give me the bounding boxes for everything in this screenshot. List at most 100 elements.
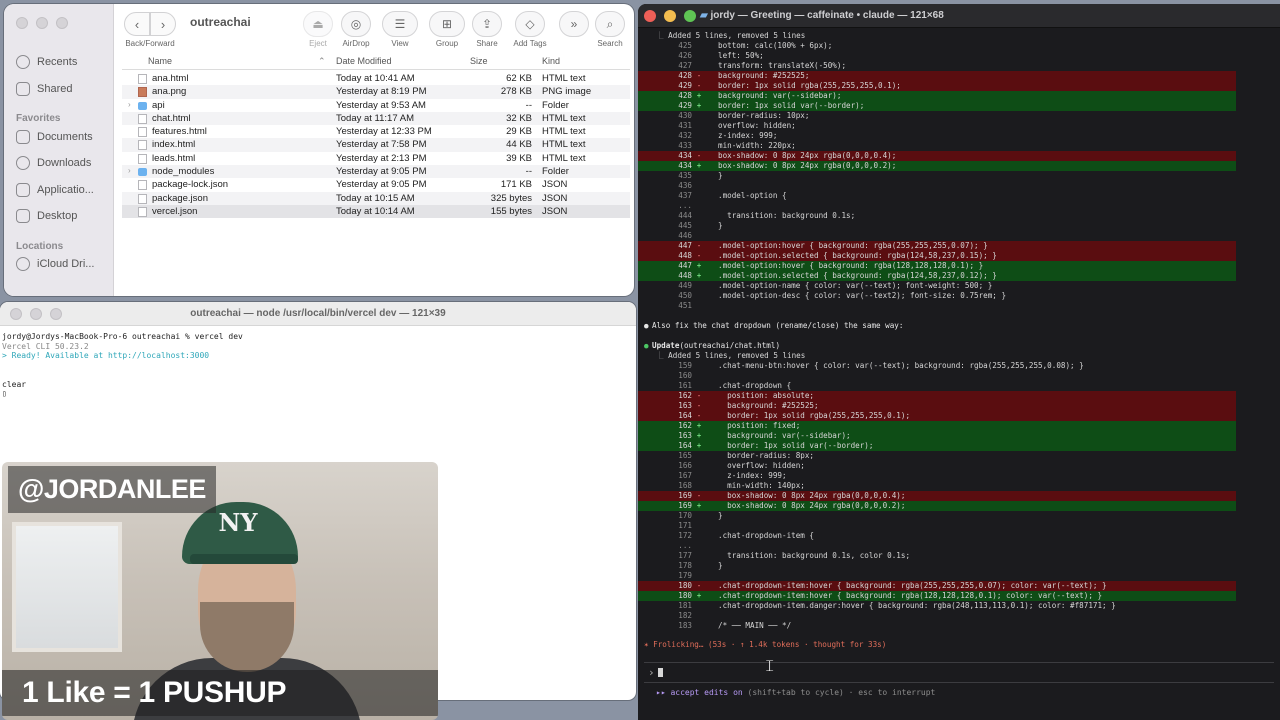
code-text: box-shadow: 0 8px 24px rgba(0,0,0,0.2); — [718, 501, 906, 510]
code-text: border: 1px solid var(--border); — [718, 101, 865, 110]
add-tags-button[interactable]: ◇ — [515, 11, 545, 37]
eject-button[interactable]: ⏏ — [303, 11, 333, 37]
code-text: min-width: 220px; — [718, 141, 796, 150]
sidebar-item-desktop[interactable]: Desktop — [16, 206, 77, 226]
diff-line-context: 181 .chat-dropdown-item.danger:hover { b… — [638, 601, 1280, 611]
line-number: 434 — [678, 151, 692, 160]
file-row[interactable]: › node_modules Yesterday at 9:05 PM -- Folde… — [122, 165, 630, 179]
diff-line-context: 444 transition: background 0.1s; — [638, 211, 1280, 221]
file-row[interactable]: package-lock.json Yesterday at 9:05 PM 171… — [122, 178, 630, 191]
column-size[interactable]: Size — [470, 56, 488, 66]
document-icon — [138, 140, 147, 151]
diff-line-context: 182 — [638, 611, 1280, 621]
search-button[interactable]: ⌕ — [595, 11, 625, 37]
line-number: 164 — [678, 411, 692, 420]
document-icon — [138, 206, 147, 217]
diff-lines: 425 bottom: calc(100% + 6px); 426 left: 5… — [638, 41, 1280, 311]
minimize-button[interactable] — [36, 17, 48, 29]
line-number: 169 — [678, 491, 692, 500]
status-text: ✶ Frolicking… (53s · ↑ 1.4k tokens · tho… — [644, 640, 887, 649]
minimize-button[interactable] — [664, 10, 676, 22]
diff-line-added: 429 + border: 1px solid var(--border); — [638, 101, 1236, 111]
file-row[interactable]: › api Yesterday at 9:53 AM -- Folder — [122, 99, 630, 112]
airdrop-button[interactable]: ◎ — [341, 11, 371, 37]
minus-icon: - — [696, 81, 702, 90]
line-number: 170 — [678, 511, 692, 520]
column-name[interactable]: Name — [148, 56, 172, 66]
diff-line-context: 168 min-width: 140px; — [638, 481, 1280, 491]
column-date[interactable]: Date Modified — [336, 56, 392, 66]
diff-line-removed: 180- .chat-dropdown-item:hover { backgrou… — [638, 581, 1236, 591]
sidebar-item-shared[interactable]: Shared — [16, 79, 72, 99]
plus-icon: + — [696, 431, 702, 440]
code-text: .chat-dropdown-item.danger:hover { backg… — [718, 601, 1116, 610]
sidebar-item-recents[interactable]: Recents — [16, 52, 77, 72]
line-number: ... — [678, 201, 692, 210]
diff-line-added: 428 + background: var(--sidebar); — [638, 91, 1236, 101]
file-row[interactable]: ana.html Today at 10:41 AM 62 KB HTML text — [122, 72, 630, 85]
code-text: border: 1px solid rgba(255,255,255,0.1); — [718, 81, 901, 90]
file-row[interactable]: package.json Today at 10:15 AM 325 bytes JS… — [122, 191, 630, 205]
file-date: Today at 10:15 AM — [336, 192, 415, 204]
window-controls[interactable] — [16, 17, 68, 29]
diff-line-removed: 164- border: 1px solid rgba(255,255,255,… — [638, 411, 1236, 421]
disclosure-chevron-icon[interactable]: › — [128, 166, 131, 175]
file-kind: HTML text — [542, 73, 586, 84]
group-button[interactable]: ⊞ — [429, 11, 465, 37]
tag-icon: ◇ — [525, 17, 535, 31]
file-row[interactable]: features.html Yesterday at 12:33 PM 29 KB H… — [122, 125, 630, 138]
forward-button[interactable]: › — [150, 12, 176, 36]
file-row[interactable]: vercel.json Today at 10:14 AM 155 bytes JSO… — [122, 204, 630, 219]
accept-edits-toggle[interactable]: ▸▸ accept edits on — [656, 688, 743, 697]
desktop-icon — [16, 209, 30, 223]
zoom-button[interactable] — [684, 10, 696, 22]
sidebar-item-documents[interactable]: Documents — [16, 127, 93, 147]
column-kind[interactable]: Kind — [542, 56, 560, 66]
back-button[interactable]: ‹ — [124, 12, 150, 36]
file-row[interactable]: index.html Yesterday at 7:58 PM 44 KB HTML … — [122, 138, 630, 152]
plus-icon: + — [696, 421, 702, 430]
close-button[interactable] — [644, 10, 656, 22]
sidebar-heading-locations: Locations — [16, 241, 64, 252]
window-controls[interactable] — [644, 10, 696, 22]
share-button[interactable]: ⇪ — [472, 11, 502, 37]
sidebar-item-applications[interactable]: Applicatio... — [16, 180, 94, 200]
diff-summary-text: Added 5 lines, removed 5 lines — [668, 31, 806, 40]
zoom-button[interactable] — [56, 17, 68, 29]
code-text: background: #252525; — [718, 401, 819, 410]
diff-line-context: 445 } — [638, 221, 1280, 231]
file-row[interactable]: ana.png Yesterday at 8:19 PM 278 KB PNG ima… — [122, 85, 630, 99]
terminal-title: ▰ jordy — Greeting — caffeinate • claude… — [700, 10, 944, 21]
close-button[interactable] — [16, 17, 28, 29]
sidebar-item-icloud[interactable]: iCloud Dri... — [16, 254, 94, 274]
document-icon — [138, 113, 147, 124]
disclosure-chevron-icon[interactable]: › — [128, 100, 131, 109]
sidebar-item-downloads[interactable]: Downloads — [16, 153, 91, 173]
sidebar-item-label: Downloads — [37, 157, 92, 169]
code-text: box-shadow: 0 8px 24px rgba(0,0,0,0.4); — [718, 151, 897, 160]
add-tags-label: Add Tags — [513, 39, 547, 48]
terminal-output[interactable]: jordy@Jordys-MacBook-Pro-6 outreachai % … — [0, 326, 636, 405]
line-number: 177 — [678, 551, 692, 560]
file-row[interactable]: chat.html Today at 11:17 AM 32 KB HTML text — [122, 111, 630, 126]
minus-icon: - — [696, 151, 702, 160]
minus-icon: - — [696, 401, 702, 410]
file-row[interactable]: leads.html Yesterday at 2:13 PM 39 KB HTML … — [122, 152, 630, 165]
streamer-handle: @JORDANLEE — [8, 466, 216, 513]
claude-output[interactable]: ⎿ Added 5 lines, removed 5 lines 425 bot… — [638, 28, 1280, 720]
code-text: .model-option:hover { background: rgba(1… — [718, 261, 984, 270]
line-number: 161 — [678, 381, 692, 390]
prompt-input[interactable] — [658, 668, 663, 677]
more-button[interactable]: » — [559, 11, 589, 37]
line-number: 430 — [678, 111, 692, 120]
view-button[interactable]: ☰ — [382, 11, 418, 37]
diff-line-added: 164 + border: 1px solid var(--border); — [638, 441, 1236, 451]
folder-icon: ▰ — [700, 10, 711, 21]
